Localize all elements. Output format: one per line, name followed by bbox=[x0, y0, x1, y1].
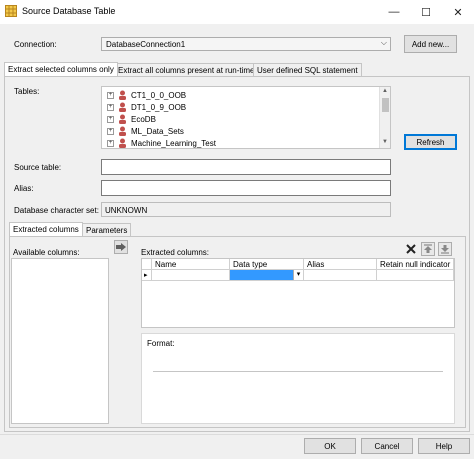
cell-data-type[interactable]: ▾ bbox=[230, 270, 304, 281]
tree-item[interactable]: + Machine_Learning_Test bbox=[107, 137, 216, 148]
cell-retain-null[interactable] bbox=[377, 270, 454, 281]
available-columns-label: Available columns: bbox=[13, 248, 80, 257]
refresh-button[interactable]: Refresh bbox=[404, 134, 457, 150]
tables-tree[interactable]: + CT1_0_0_OOB + DT1_0_9_OOB + EcoDB + ML… bbox=[101, 86, 391, 149]
cell-alias[interactable] bbox=[304, 270, 377, 281]
tree-item-label: Machine_Learning_Test bbox=[131, 138, 216, 148]
minimize-button[interactable]: — bbox=[378, 0, 410, 24]
charset-label: Database character set: bbox=[14, 206, 99, 215]
expand-icon[interactable]: + bbox=[107, 103, 114, 111]
close-button[interactable]: ✕ bbox=[442, 0, 474, 24]
tree-item-label: ML_Data_Sets bbox=[131, 126, 184, 136]
database-user-icon bbox=[119, 138, 126, 148]
column-header-data-type[interactable]: Data type bbox=[230, 259, 304, 270]
tree-item[interactable]: + EcoDB bbox=[107, 113, 156, 125]
connection-combo[interactable]: DatabaseConnection1 ⌵ bbox=[101, 37, 391, 51]
tree-item[interactable]: + CT1_0_0_OOB bbox=[107, 89, 186, 101]
tree-item-label: DT1_0_9_OOB bbox=[131, 102, 187, 112]
database-user-icon bbox=[119, 114, 126, 124]
tables-scrollbar[interactable]: ▲ ▼ bbox=[379, 87, 390, 148]
ok-button[interactable]: OK bbox=[304, 438, 356, 454]
delete-x-icon bbox=[406, 244, 416, 254]
expand-icon[interactable]: + bbox=[107, 139, 114, 147]
scroll-thumb[interactable] bbox=[382, 98, 389, 112]
move-down-icon bbox=[441, 245, 449, 254]
cancel-button[interactable]: Cancel bbox=[361, 438, 413, 454]
format-divider bbox=[153, 371, 443, 372]
source-table-input[interactable] bbox=[101, 159, 391, 175]
tree-item-label: CT1_0_0_OOB bbox=[131, 90, 187, 100]
move-down-button[interactable] bbox=[438, 242, 452, 256]
expand-icon[interactable]: + bbox=[107, 115, 114, 123]
tab-extract-all[interactable]: Extract all columns present at run-time bbox=[114, 63, 259, 76]
move-up-icon bbox=[424, 244, 432, 253]
tab-extract-selected[interactable]: Extract selected columns only bbox=[4, 62, 118, 76]
grid-corner bbox=[142, 259, 152, 270]
column-header-name[interactable]: Name bbox=[152, 259, 230, 270]
scroll-up-icon[interactable]: ▲ bbox=[382, 88, 388, 94]
table-icon bbox=[5, 5, 17, 17]
move-to-extracted-button[interactable] bbox=[114, 240, 128, 254]
available-columns-list[interactable] bbox=[11, 258, 109, 424]
move-up-button[interactable] bbox=[421, 242, 435, 256]
alias-label: Alias: bbox=[14, 184, 34, 193]
delete-column-button[interactable] bbox=[404, 242, 418, 256]
tree-item[interactable]: + DT1_0_9_OOB bbox=[107, 101, 186, 113]
column-header-retain-null[interactable]: Retain null indicator bbox=[377, 259, 454, 270]
chevron-down-icon: ⌵ bbox=[380, 38, 387, 47]
scroll-down-icon[interactable]: ▼ bbox=[382, 139, 388, 145]
tab-user-sql[interactable]: User defined SQL statement bbox=[253, 63, 362, 76]
database-user-icon bbox=[119, 102, 126, 112]
add-new-button[interactable]: Add new... bbox=[404, 35, 457, 53]
expand-icon[interactable]: + bbox=[107, 127, 114, 135]
connection-label: Connection: bbox=[14, 40, 57, 49]
arrow-right-icon bbox=[116, 243, 126, 251]
row-marker-icon: ▸ bbox=[142, 270, 152, 281]
extracted-columns-grid[interactable]: Name Data type Alias Retain null indicat… bbox=[141, 258, 455, 328]
extracted-columns-label: Extracted columns: bbox=[141, 248, 210, 257]
window-title: Source Database Table bbox=[22, 6, 116, 16]
format-label: Format: bbox=[147, 339, 175, 348]
alias-input[interactable] bbox=[101, 180, 391, 196]
expand-icon[interactable]: + bbox=[107, 91, 114, 99]
chevron-down-icon[interactable]: ▾ bbox=[293, 270, 303, 280]
format-group: Format: bbox=[141, 333, 455, 424]
column-header-alias[interactable]: Alias bbox=[304, 259, 377, 270]
database-user-icon bbox=[119, 90, 126, 100]
tab-extracted-columns[interactable]: Extracted columns bbox=[9, 222, 83, 236]
tree-item[interactable]: + ML_Data_Sets bbox=[107, 125, 184, 137]
tables-label: Tables: bbox=[14, 87, 40, 96]
maximize-button[interactable]: ☐ bbox=[410, 0, 442, 24]
help-button[interactable]: Help bbox=[418, 438, 470, 454]
source-table-label: Source table: bbox=[14, 163, 62, 172]
cell-name[interactable] bbox=[152, 270, 230, 281]
charset-value: UNKNOWN bbox=[101, 202, 391, 217]
tree-item-label: EcoDB bbox=[131, 114, 156, 124]
database-user-icon bbox=[119, 126, 126, 136]
tab-parameters[interactable]: Parameters bbox=[82, 223, 132, 236]
connection-value: DatabaseConnection1 bbox=[106, 40, 186, 49]
